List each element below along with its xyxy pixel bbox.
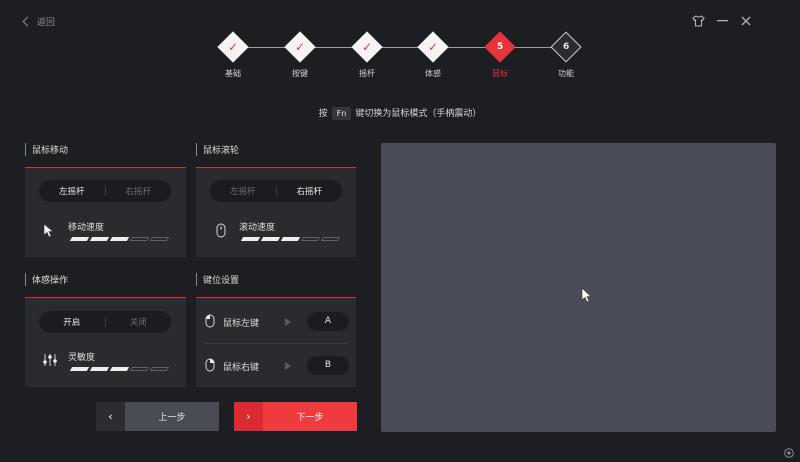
back-button[interactable]: 返回 [22, 15, 56, 28]
mouse-preview-area[interactable] [381, 143, 776, 432]
mouse-wheel-panel: 左摇杆 右摇杆 滚动速度 [196, 167, 356, 257]
check-icon: ✓ [361, 40, 373, 54]
step-4-motion[interactable]: ✓ [417, 31, 449, 63]
mouse-left-mapping[interactable]: A [307, 312, 349, 331]
option-on[interactable]: 开启 [39, 316, 105, 328]
sensitivity-icon [43, 354, 57, 366]
next-step-label: 下一步 [296, 413, 324, 423]
step-label: 鼠标 [492, 69, 508, 78]
mouse-wheel-icon [216, 223, 226, 238]
step-connector [246, 47, 286, 48]
hint-suffix: 键切换为鼠标模式（手柄震动） [355, 109, 482, 119]
hint-prefix: 按 [318, 109, 328, 119]
step-connector [448, 47, 487, 48]
row-divider [204, 343, 348, 344]
option-right-stick[interactable]: 右摇杆 [106, 185, 172, 197]
step-number: 5 [496, 41, 504, 52]
step-connector [314, 47, 353, 48]
scroll-speed-slider[interactable] [240, 237, 341, 241]
step-6-function[interactable]: 6 [550, 31, 582, 63]
mouse-right-mapping[interactable]: B [307, 356, 349, 375]
mouse-left-button-icon [205, 314, 215, 328]
step-1-basic[interactable]: ✓ [217, 31, 249, 63]
mouse-move-stick-selector: 左摇杆 右摇杆 [39, 180, 171, 202]
motion-panel: 开启 关闭 灵敏度 [25, 297, 186, 387]
watermark-logo [784, 448, 794, 458]
mouse-move-panel: 左摇杆 右摇杆 移动速度 [25, 167, 186, 257]
mouse-wheel-stick-selector: 左摇杆 右摇杆 [210, 180, 342, 202]
check-icon: ✓ [427, 40, 439, 54]
step-label: 功能 [558, 69, 574, 78]
cursor-icon [43, 223, 54, 238]
option-right-stick[interactable]: 右摇杆 [277, 185, 343, 197]
next-step-button[interactable]: › 下一步 [234, 402, 357, 431]
chevron-left-icon [22, 16, 33, 27]
chevron-right-icon: › [234, 402, 263, 431]
mouse-left-label: 鼠标左键 [223, 319, 260, 329]
logo-icon [784, 448, 794, 458]
step-label: 摇杆 [359, 69, 375, 78]
step-2-keys[interactable]: ✓ [284, 31, 316, 63]
skin-icon[interactable] [690, 13, 706, 29]
step-connector [381, 47, 420, 48]
check-icon: ✓ [227, 40, 239, 54]
move-speed-slider[interactable] [69, 237, 170, 241]
step-label: 基础 [225, 69, 241, 78]
mouse-move-title: 鼠标移动 [25, 143, 68, 156]
move-speed-label: 移动速度 [68, 223, 105, 233]
step-label: 体感 [425, 69, 441, 78]
arrow-right-icon [285, 318, 291, 326]
mouse-right-label: 鼠标右键 [223, 363, 260, 373]
back-label: 返回 [37, 18, 56, 28]
minimize-icon[interactable] [714, 13, 730, 29]
mouse-right-button-icon [205, 358, 215, 372]
check-icon: ✓ [294, 40, 306, 54]
step-3-stick[interactable]: ✓ [351, 31, 383, 63]
option-off[interactable]: 关闭 [106, 316, 172, 328]
step-5-mouse[interactable]: 5 [484, 31, 516, 63]
close-icon[interactable] [738, 13, 754, 29]
previous-step-label: 上一步 [158, 413, 186, 423]
cursor-icon [581, 287, 592, 303]
option-left-stick[interactable]: 左摇杆 [39, 185, 105, 197]
arrow-right-icon [285, 362, 291, 370]
scroll-speed-label: 滚动速度 [239, 223, 276, 233]
step-number: 6 [562, 41, 570, 52]
step-label: 按键 [292, 69, 308, 78]
fn-key-badge: Fn [331, 107, 352, 120]
mode-switch-hint: 按 Fn 键切换为鼠标模式（手柄震动） [0, 106, 800, 120]
option-left-stick[interactable]: 左摇杆 [210, 185, 276, 197]
previous-step-button[interactable]: ‹ 上一步 [96, 402, 219, 431]
mouse-wheel-title: 鼠标滚轮 [196, 143, 239, 156]
key-settings-title: 键位设置 [196, 273, 239, 286]
key-settings-panel: 鼠标左键 A 鼠标右键 B [196, 297, 356, 387]
chevron-left-icon: ‹ [96, 402, 125, 431]
step-connector [514, 47, 554, 48]
sensitivity-slider[interactable] [69, 367, 170, 371]
sensitivity-label: 灵敏度 [68, 353, 96, 363]
motion-toggle: 开启 关闭 [39, 311, 171, 333]
motion-title: 体感操作 [25, 273, 68, 286]
